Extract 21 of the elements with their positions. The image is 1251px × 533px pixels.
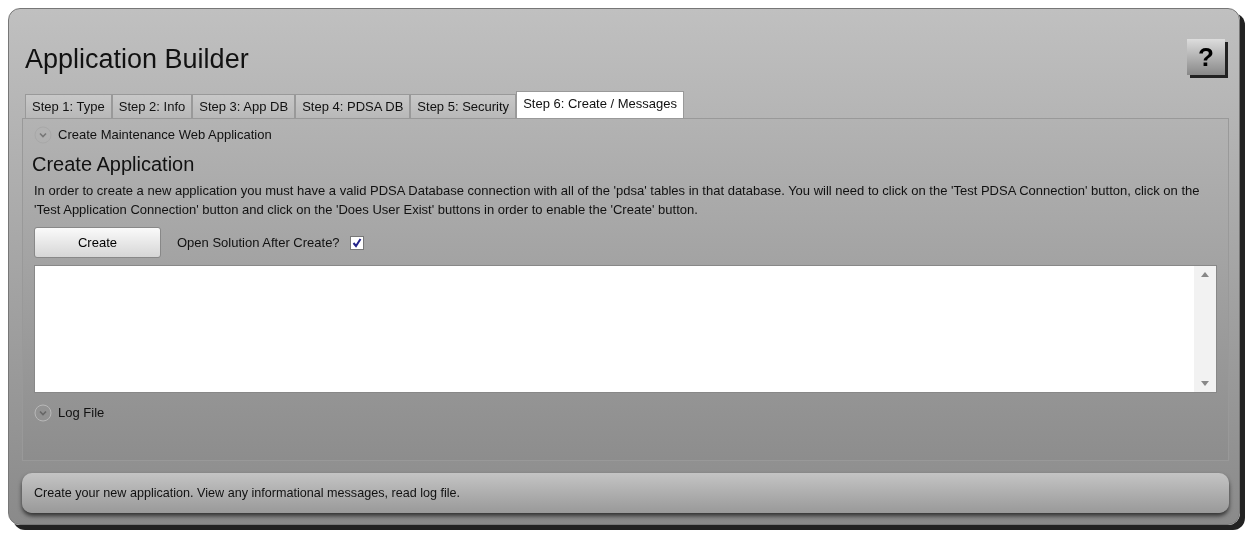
expander-header[interactable]: Log File <box>58 403 105 423</box>
chevron-icon[interactable] <box>34 126 52 144</box>
tab[interactable]: Step 1: Type <box>25 94 112 118</box>
checkbox[interactable] <box>349 235 364 250</box>
chevron-icon[interactable] <box>34 404 52 422</box>
help-button[interactable]: ? <box>1187 39 1225 75</box>
description-text: In order to create a new application you must have a valid PDSA Database connection with all of the 'pdsa' tables in that database. You will need to click on the 'Test PDSA Connection' button, click on the 'Test Application Connection' button and click on the 'Does User Exist' buttons in order to enable the 'Create' button. <box>34 182 1201 219</box>
scroll-down-icon[interactable] <box>1201 381 1209 386</box>
window-title: Application Builder <box>25 44 249 74</box>
tab[interactable]: Step 6: Create / Messages <box>516 91 685 118</box>
status-bar: Create your new application. View any informational messages, read log file. <box>22 473 1229 513</box>
tab[interactable]: Step 5: Security <box>410 94 517 118</box>
expander-header[interactable]: Create Maintenance Web Application <box>58 125 272 145</box>
tab[interactable]: Step 3: App DB <box>192 94 296 118</box>
scroll-up-icon[interactable] <box>1201 272 1209 277</box>
section-heading: Create Application <box>32 152 196 177</box>
tab[interactable]: Step 2: Info <box>111 94 193 118</box>
tab[interactable]: Step 4: PDSA DB <box>295 94 411 118</box>
create-button[interactable]: Create <box>34 227 161 258</box>
checkbox-label: Open Solution After Create? <box>177 233 340 252</box>
scrollbar[interactable] <box>1194 266 1216 392</box>
